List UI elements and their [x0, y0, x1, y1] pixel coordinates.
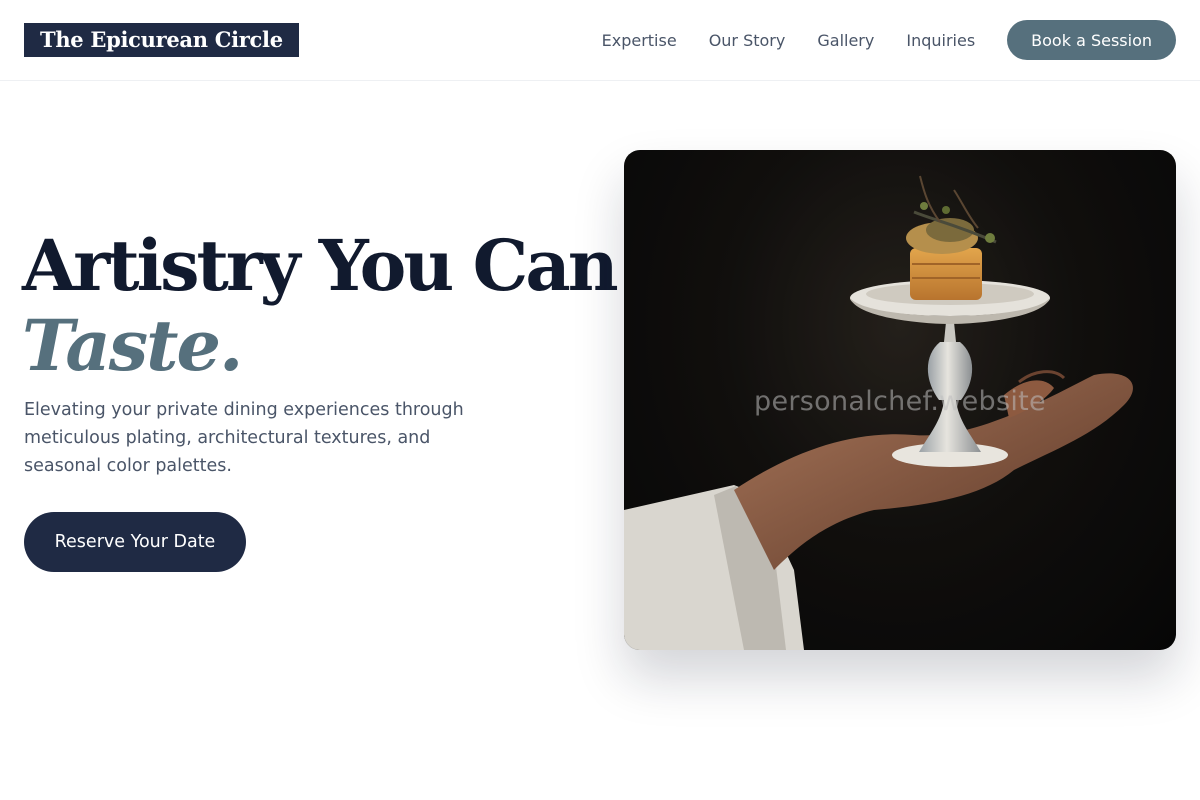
site-header: The Epicurean Circle Expertise Our Story…: [0, 0, 1200, 81]
nav-link-gallery[interactable]: Gallery: [817, 31, 874, 50]
hero-description: Elevating your private dining experience…: [24, 400, 464, 476]
nav-link-our-story[interactable]: Our Story: [709, 31, 786, 50]
hero-image: personalchef.website: [624, 150, 1176, 650]
hero-title-line1: Artistry You Can: [22, 224, 619, 307]
reserve-date-button[interactable]: Reserve Your Date: [24, 512, 246, 572]
hero-title: Artistry You Can Taste.: [22, 226, 619, 387]
main-nav: Expertise Our Story Gallery Inquiries Bo…: [602, 20, 1176, 60]
image-watermark: personalchef.website: [754, 386, 1046, 417]
hero-title-line2: Taste.: [22, 304, 243, 387]
book-session-button[interactable]: Book a Session: [1007, 20, 1176, 60]
nav-link-inquiries[interactable]: Inquiries: [906, 31, 975, 50]
brand-logo[interactable]: The Epicurean Circle: [24, 23, 299, 57]
nav-link-expertise[interactable]: Expertise: [602, 31, 677, 50]
